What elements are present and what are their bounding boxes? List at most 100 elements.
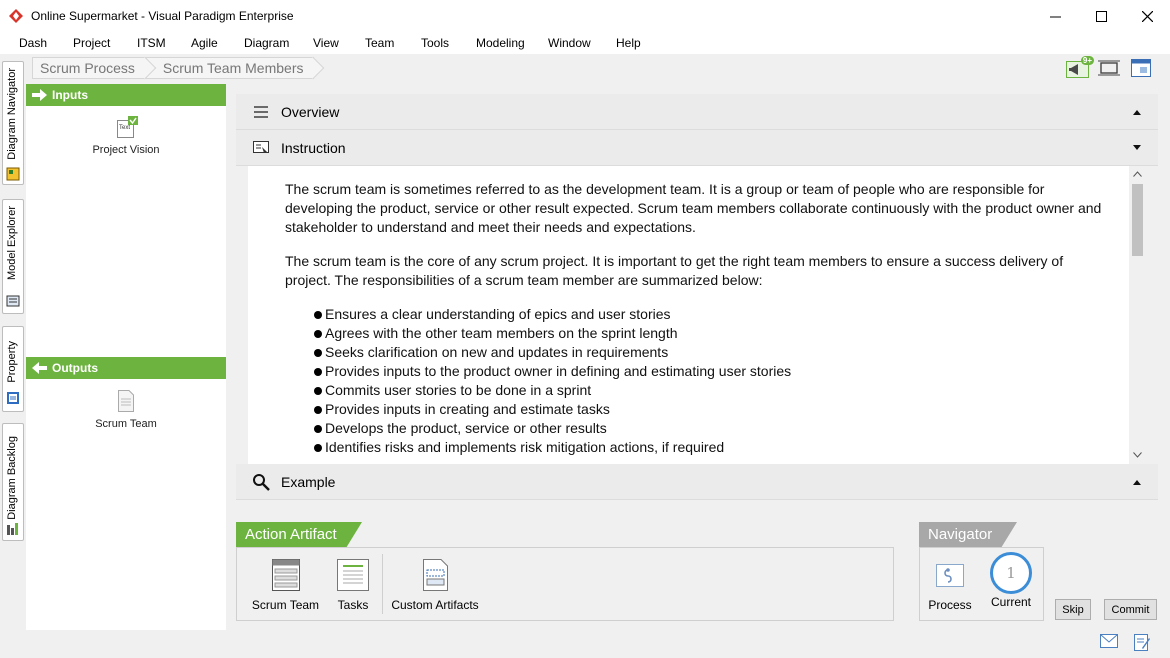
tab-diagram-backlog[interactable]: Diagram Backlog xyxy=(2,423,24,541)
inputs-header: Inputs xyxy=(26,84,226,106)
input-project-vision[interactable]: Text Project Vision xyxy=(26,116,226,156)
close-button[interactable] xyxy=(1124,0,1170,32)
minimize-button[interactable] xyxy=(1032,0,1078,32)
title-bar: Online Supermarket - Visual Paradigm Ent… xyxy=(0,0,1170,32)
breadcrumb-scrum-team-members[interactable]: Scrum Team Members xyxy=(145,57,315,79)
custom-artifacts-tool-label: Custom Artifacts xyxy=(391,598,479,612)
list-item: Seeks clarification on new and updates i… xyxy=(314,343,1105,362)
custom-artifacts-tool[interactable]: Custom Artifacts xyxy=(389,558,481,612)
inputs-outputs-panel: Inputs Text Project Vision Outputs Scrum… xyxy=(26,84,226,630)
current-step-number: 1 xyxy=(1006,564,1016,582)
menu-project[interactable]: Project xyxy=(73,36,110,50)
side-tab-strip: Diagram Navigator Model Explorer Propert… xyxy=(0,56,25,656)
process-icon xyxy=(934,558,966,592)
layout-icon xyxy=(1131,59,1151,77)
tab-diagram-navigator[interactable]: Diagram Navigator xyxy=(2,61,24,185)
list-item: Provides inputs to the product owner in … xyxy=(314,362,1105,381)
input-project-vision-label: Project Vision xyxy=(92,144,160,156)
overview-section-header[interactable]: Overview xyxy=(236,94,1158,130)
list-item: Provides inputs in creating and estimate… xyxy=(314,400,1105,419)
tasks-tool[interactable]: Tasks xyxy=(331,558,375,612)
maximize-button[interactable] xyxy=(1078,0,1124,32)
menu-tools[interactable]: Tools xyxy=(421,36,449,50)
output-scrum-team[interactable]: Scrum Team xyxy=(26,390,226,430)
menu-bar: Dash Project ITSM Agile Diagram View Tea… xyxy=(0,32,1170,54)
maximize-icon xyxy=(1095,10,1107,22)
menu-itsm[interactable]: ITSM xyxy=(137,36,166,50)
expand-down-icon xyxy=(1133,145,1141,150)
instruction-section-header[interactable]: Instruction xyxy=(236,130,1158,166)
doc-icon xyxy=(116,390,136,412)
instruction-label: Instruction xyxy=(281,139,346,156)
example-section-header[interactable]: Example xyxy=(236,464,1158,500)
status-bar-icons xyxy=(1100,634,1150,652)
collapse-up-icon xyxy=(1133,480,1141,485)
process-nav-label: Process xyxy=(928,598,972,612)
scrum-team-tool[interactable]: Scrum Team xyxy=(247,558,324,612)
instruction-book-icon xyxy=(253,140,269,153)
scroll-down-icon[interactable] xyxy=(1133,452,1142,458)
menu-window[interactable]: Window xyxy=(548,36,591,50)
process-nav-button[interactable]: Process xyxy=(924,558,976,612)
action-artifact-title: Action Artifact xyxy=(236,522,362,548)
property-icon xyxy=(7,392,19,404)
hamburger-icon xyxy=(254,105,268,118)
example-label: Example xyxy=(281,473,336,490)
tab-property-label: Property xyxy=(6,341,18,383)
minimize-icon xyxy=(1049,16,1061,17)
output-scrum-team-label: Scrum Team xyxy=(95,418,157,430)
tool-divider xyxy=(382,554,383,614)
mail-icon[interactable] xyxy=(1100,634,1118,648)
tasks-tool-label: Tasks xyxy=(337,598,369,612)
menu-help[interactable]: Help xyxy=(616,36,641,50)
outputs-header-label: Outputs xyxy=(52,361,98,375)
navigator-box: Process 1 Current xyxy=(919,547,1044,621)
main-content: Overview Instruction The scrum team is s… xyxy=(236,94,1158,500)
current-step-ring: 1 xyxy=(990,552,1032,594)
menu-modeling[interactable]: Modeling xyxy=(476,36,525,50)
commit-button[interactable]: Commit xyxy=(1104,599,1157,620)
tab-property[interactable]: Property xyxy=(2,326,24,412)
notification-badge: 9+ xyxy=(1080,56,1094,65)
tasks-sheet-icon xyxy=(337,558,369,592)
announcement-button[interactable]: 9+ xyxy=(1066,56,1094,78)
close-icon xyxy=(1141,10,1153,22)
tab-diagram-navigator-label: Diagram Navigator xyxy=(6,68,18,160)
custom-artifacts-icon xyxy=(419,558,451,592)
fit-diagram-button[interactable] xyxy=(1098,58,1120,78)
current-nav-button[interactable]: 1 Current xyxy=(986,552,1036,609)
search-icon xyxy=(253,473,270,491)
layout-button[interactable] xyxy=(1130,58,1152,78)
tab-diagram-backlog-label: Diagram Backlog xyxy=(6,436,18,520)
toolbar-icons: 9+ xyxy=(1066,56,1152,78)
text-doc-icon-label: Text xyxy=(119,125,131,131)
menu-view[interactable]: View xyxy=(313,36,339,50)
window-title: Online Supermarket - Visual Paradigm Ent… xyxy=(31,9,294,23)
list-item: Develops the product, service or other r… xyxy=(314,419,1105,438)
menu-dash[interactable]: Dash xyxy=(19,36,47,50)
overview-label: Overview xyxy=(281,103,340,120)
scroll-up-icon[interactable] xyxy=(1133,171,1142,177)
list-item: Agrees with the other team members on th… xyxy=(314,324,1105,343)
menu-diagram[interactable]: Diagram xyxy=(244,36,289,50)
breadcrumb-scrum-process[interactable]: Scrum Process xyxy=(32,57,146,79)
menu-team[interactable]: Team xyxy=(365,36,394,50)
scroll-thumb[interactable] xyxy=(1132,184,1143,256)
tab-model-explorer[interactable]: Model Explorer xyxy=(2,199,24,314)
skip-button[interactable]: Skip xyxy=(1055,599,1091,620)
model-explorer-icon xyxy=(6,295,20,307)
arrow-right-icon xyxy=(32,89,47,101)
current-nav-label: Current xyxy=(990,595,1031,609)
arrow-left-icon xyxy=(32,362,47,374)
list-item: Ensures a clear understanding of epics a… xyxy=(314,305,1105,324)
tab-model-explorer-label: Model Explorer xyxy=(6,206,18,280)
fit-to-window-icon xyxy=(1098,60,1120,76)
app-logo-icon xyxy=(9,9,23,23)
breadcrumb: Scrum Process Scrum Team Members xyxy=(32,57,315,79)
navigator-title: Navigator xyxy=(919,522,1018,548)
instruction-scrollbar[interactable] xyxy=(1129,166,1146,464)
text-doc-icon: Text xyxy=(116,116,138,138)
menu-agile[interactable]: Agile xyxy=(191,36,218,50)
collapse-up-icon xyxy=(1133,110,1141,115)
edit-note-icon[interactable] xyxy=(1134,634,1150,652)
